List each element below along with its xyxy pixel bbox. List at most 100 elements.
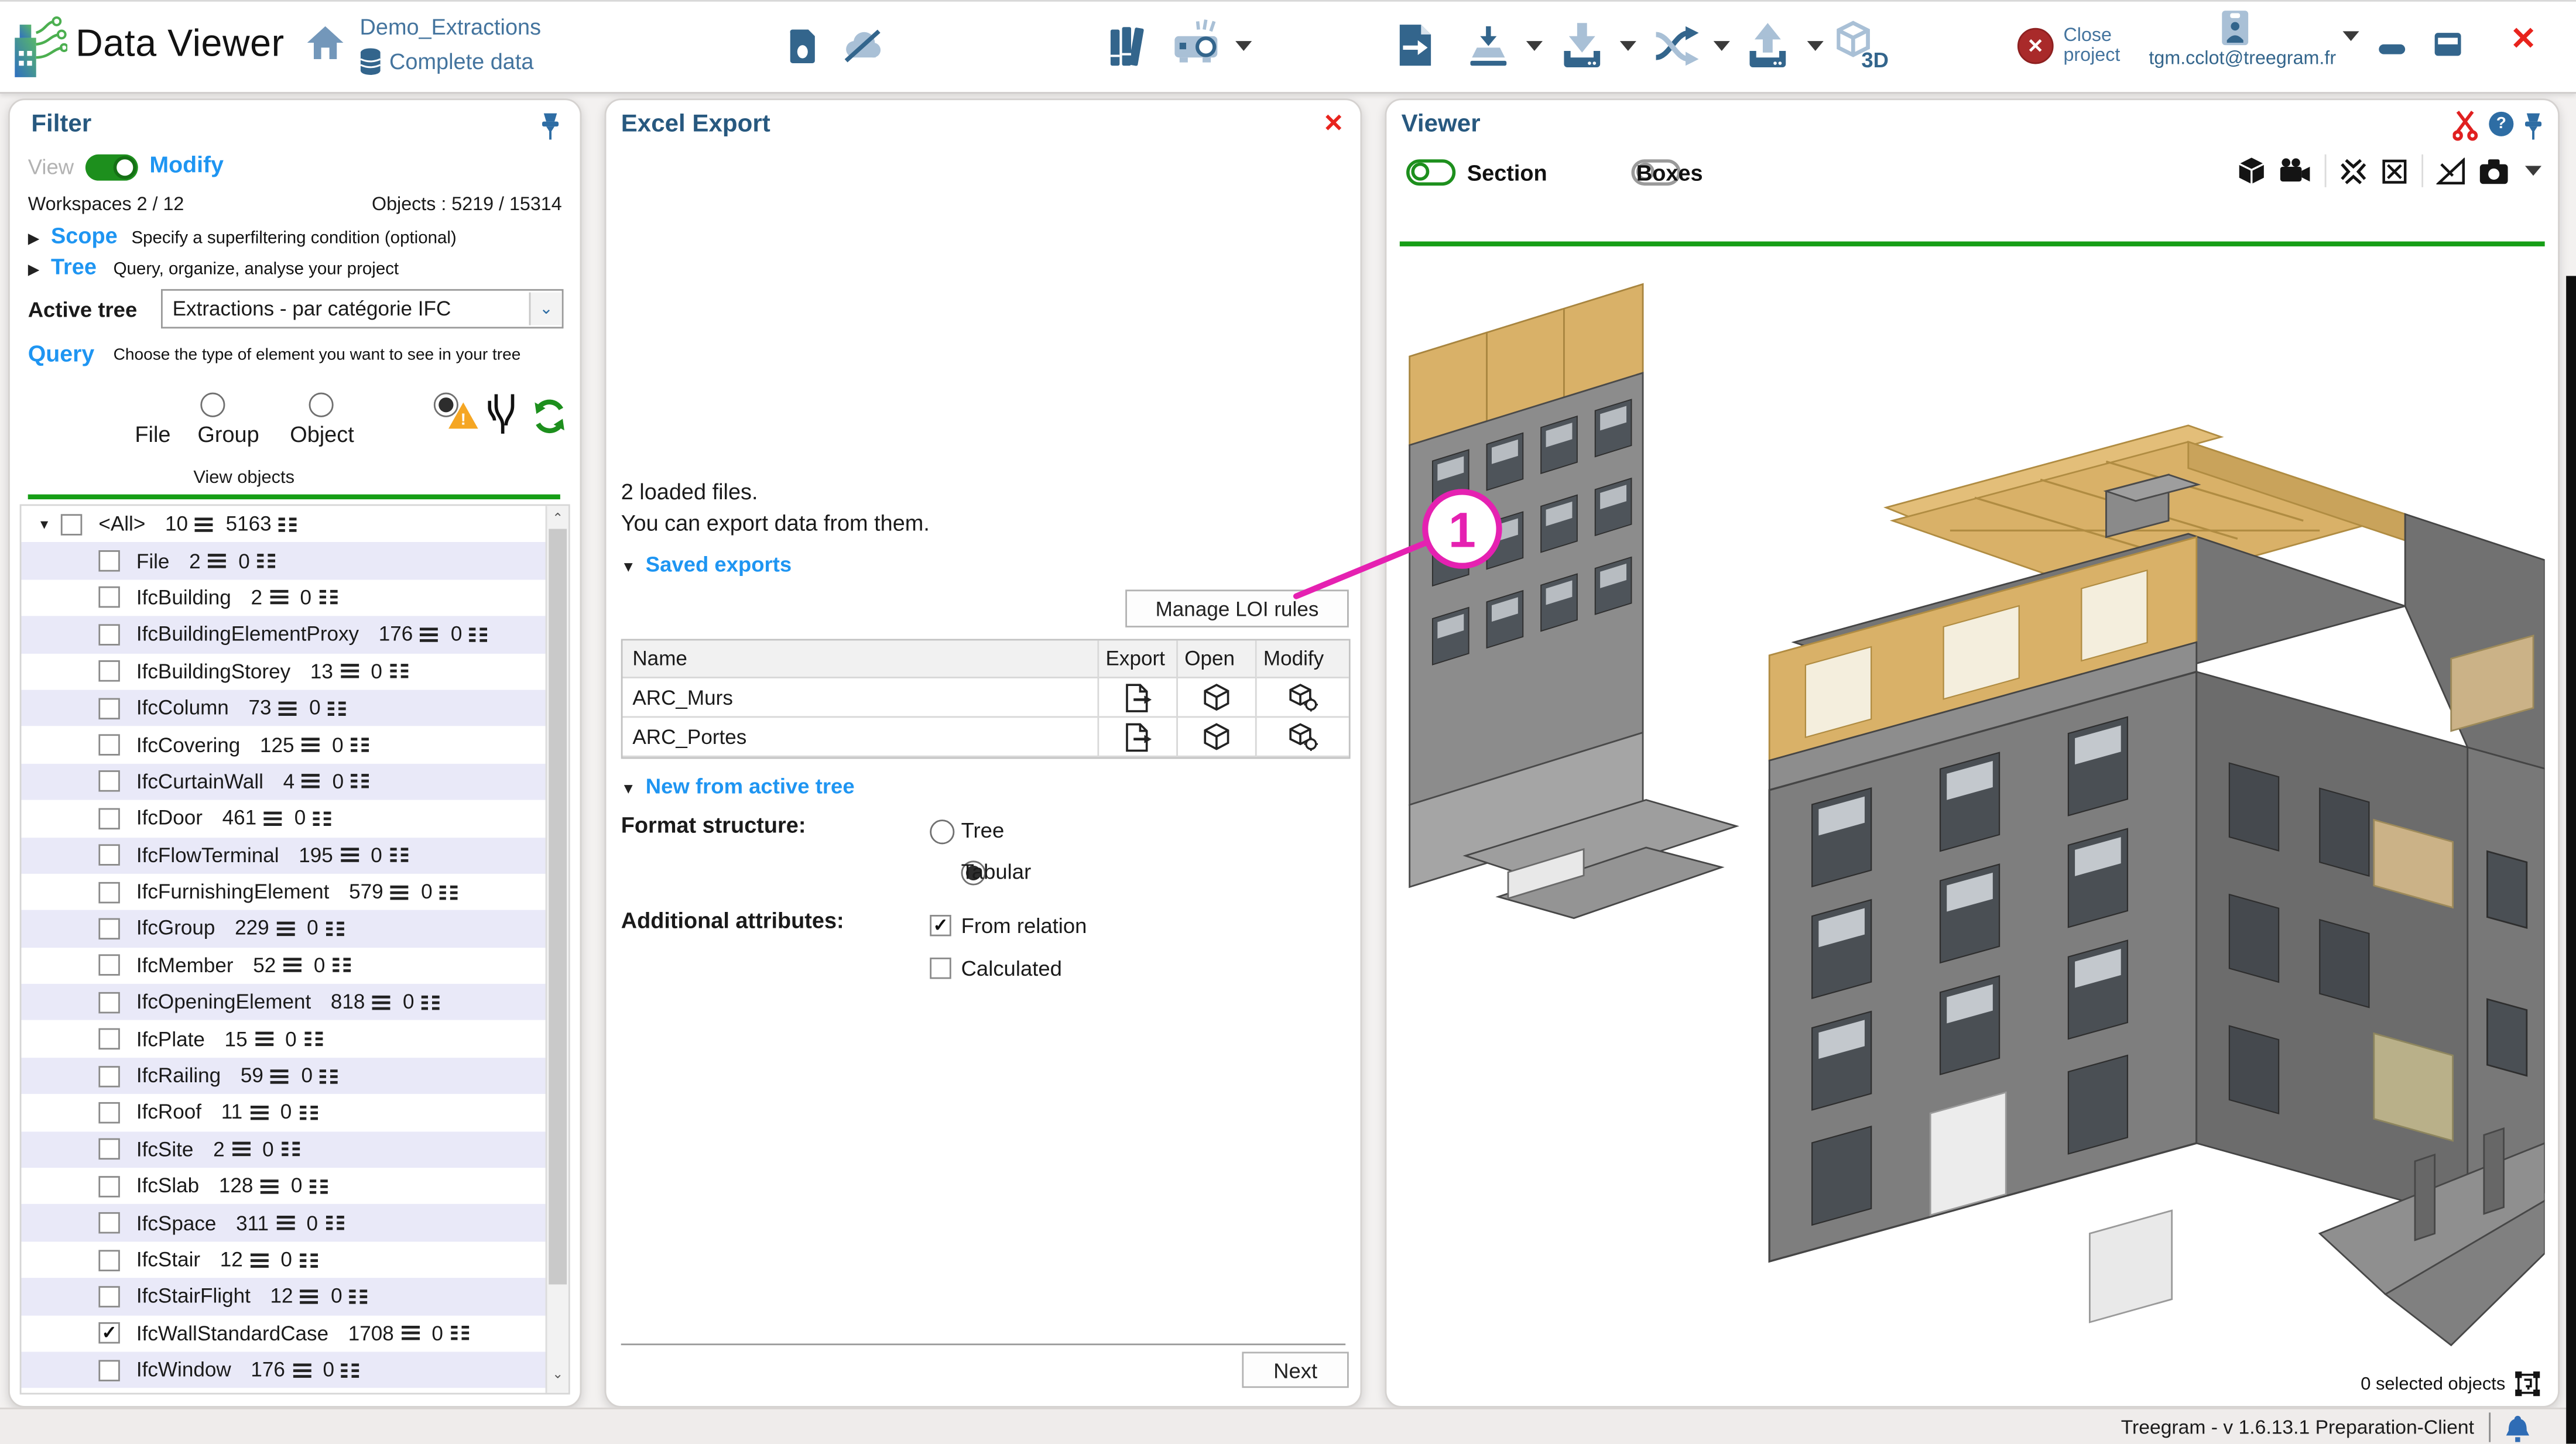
- zoom-extents-icon[interactable]: [2380, 157, 2409, 185]
- row-checkbox[interactable]: ✓: [98, 1323, 119, 1344]
- radio-file-label[interactable]: File: [114, 422, 193, 447]
- section-toggle[interactable]: [1406, 159, 1455, 186]
- tree-row[interactable]: IfcStairFlight120: [21, 1278, 547, 1315]
- open-action-cell[interactable]: [1178, 718, 1257, 757]
- format-tabular-label[interactable]: Tabular: [961, 859, 1032, 884]
- row-checkbox[interactable]: [98, 1212, 119, 1233]
- format-tree-radio[interactable]: [930, 819, 954, 844]
- presentation-projector-icon[interactable]: [1173, 18, 1226, 71]
- row-checkbox[interactable]: [61, 513, 82, 534]
- export-table-row[interactable]: ARC_Portes: [623, 718, 1349, 757]
- excel-close-icon[interactable]: ✕: [1323, 108, 1344, 138]
- saved-exports-link[interactable]: Saved exports: [646, 552, 792, 577]
- viewer-pin-icon[interactable]: [2522, 112, 2544, 140]
- camera-path-icon[interactable]: [2279, 157, 2311, 185]
- tree-row[interactable]: IfcSpace3110: [21, 1205, 547, 1241]
- query-section-label[interactable]: Query: [28, 340, 95, 366]
- pin-icon[interactable]: [539, 112, 561, 140]
- row-checkbox[interactable]: [98, 1065, 119, 1086]
- exchange-caret[interactable]: [1714, 41, 1730, 51]
- window-close-button[interactable]: ✕: [2510, 26, 2537, 56]
- window-maximize-button[interactable]: [2435, 33, 2461, 56]
- row-checkbox[interactable]: [98, 1286, 119, 1307]
- close-project-icon[interactable]: ✕: [2017, 28, 2054, 64]
- from-relation-label[interactable]: From relation: [961, 913, 1087, 938]
- help-icon[interactable]: ?: [2489, 112, 2513, 136]
- tree-row[interactable]: IfcCurtainWall40: [21, 763, 547, 800]
- open-cube-icon[interactable]: [1203, 723, 1231, 751]
- boxes-toggle-label[interactable]: Boxes: [1636, 161, 1703, 186]
- open-action-cell[interactable]: [1178, 678, 1257, 718]
- tree-row[interactable]: IfcGroup2290: [21, 910, 547, 947]
- row-checkbox[interactable]: [98, 698, 119, 719]
- row-checkbox[interactable]: [98, 845, 119, 866]
- tree-row[interactable]: IfcDoor4610: [21, 800, 547, 837]
- active-tree-select[interactable]: Extractions - par catégorie IFC ⌄: [161, 289, 563, 328]
- breadcrumb-project[interactable]: Demo_Extractions: [360, 15, 542, 39]
- upload-icon[interactable]: [1748, 21, 1787, 70]
- tree-expand-triangle[interactable]: ▶: [28, 261, 39, 279]
- scroll-thumb[interactable]: [549, 529, 567, 1285]
- row-checkbox[interactable]: [98, 992, 119, 1013]
- row-checkbox[interactable]: [98, 550, 119, 571]
- from-relation-checkbox[interactable]: ✓: [930, 915, 951, 936]
- box-display-icon[interactable]: [2238, 155, 2266, 186]
- tree-row[interactable]: IfcBuilding20: [21, 579, 547, 616]
- radio-group-label[interactable]: Group: [189, 422, 268, 447]
- row-checkbox[interactable]: [98, 1175, 119, 1196]
- calculated-label[interactable]: Calculated: [961, 956, 1062, 980]
- modify-action-cell[interactable]: [1257, 718, 1349, 757]
- modify-cube-icon[interactable]: [1287, 722, 1318, 752]
- radio-group[interactable]: [309, 393, 333, 417]
- radio-file[interactable]: [201, 393, 226, 417]
- tree-row[interactable]: IfcStair120: [21, 1241, 547, 1278]
- export-action-cell[interactable]: [1099, 718, 1178, 757]
- manage-loi-rules-button[interactable]: Manage LOI rules: [1125, 589, 1349, 627]
- export-table-row[interactable]: ARC_Murs: [623, 678, 1349, 718]
- row-checkbox[interactable]: [98, 1139, 119, 1160]
- refresh-icon[interactable]: [532, 399, 567, 434]
- building-model-viewport[interactable]: [1400, 248, 2545, 1378]
- save-icon[interactable]: [789, 28, 817, 64]
- projector-dropdown-caret[interactable]: [1235, 41, 1252, 51]
- tree-row[interactable]: IfcBuildingElementProxy1760: [21, 616, 547, 653]
- tree-structure-icon[interactable]: [488, 393, 520, 435]
- scroll-down-arrow[interactable]: ⌄: [547, 1367, 568, 1381]
- export-file-icon[interactable]: [1123, 722, 1153, 752]
- new-from-tree-triangle[interactable]: ▼: [621, 780, 636, 797]
- scroll-up-arrow[interactable]: ⌃: [547, 511, 568, 526]
- section-toggle-label[interactable]: Section: [1467, 161, 1547, 186]
- screenshot-camera-icon[interactable]: [2479, 157, 2512, 185]
- user-badge-icon[interactable]: [2221, 10, 2249, 46]
- view-modify-toggle[interactable]: [85, 155, 138, 181]
- tree-row[interactable]: IfcRoof110: [21, 1095, 547, 1131]
- modify-action-cell[interactable]: [1257, 678, 1349, 718]
- breadcrumb-dataset[interactable]: Complete data: [389, 49, 533, 74]
- tree-row[interactable]: IfcBuildingStorey130: [21, 653, 547, 690]
- user-email[interactable]: tgm.cclot@treegram.fr: [2149, 49, 2336, 69]
- close-project-label[interactable]: Close project: [2063, 26, 2139, 66]
- row-checkbox[interactable]: [98, 624, 119, 645]
- tree-row[interactable]: IfcPlate150: [21, 1021, 547, 1058]
- export-file-icon[interactable]: [1123, 682, 1153, 712]
- tree-row[interactable]: ✓IfcWallStandardCase17080: [21, 1315, 547, 1352]
- tree-row[interactable]: IfcFlowTerminal1950: [21, 837, 547, 874]
- new-from-tree-link[interactable]: New from active tree: [646, 774, 855, 798]
- row-checkbox[interactable]: [98, 808, 119, 829]
- tree-section-label[interactable]: Tree: [51, 255, 97, 279]
- tree-row[interactable]: IfcMember520: [21, 947, 547, 984]
- export-model-icon[interactable]: [1467, 23, 1510, 69]
- tree-row[interactable]: IfcSite20: [21, 1131, 547, 1168]
- row-checkbox[interactable]: [98, 882, 119, 903]
- tree-row[interactable]: File20: [21, 543, 547, 579]
- tree-row[interactable]: IfcOpeningElement8180: [21, 984, 547, 1021]
- row-checkbox[interactable]: [98, 955, 119, 976]
- library-icon[interactable]: [1109, 25, 1148, 67]
- tree-row[interactable]: IfcRailing590: [21, 1058, 547, 1095]
- open-cube-icon[interactable]: [1203, 683, 1231, 711]
- download-caret[interactable]: [1620, 41, 1636, 51]
- screenshot-caret[interactable]: [2525, 166, 2541, 176]
- import-file-icon[interactable]: [1398, 23, 1433, 69]
- row-checkbox[interactable]: [98, 1360, 119, 1381]
- expand-triangle-icon[interactable]: ▼: [38, 517, 61, 531]
